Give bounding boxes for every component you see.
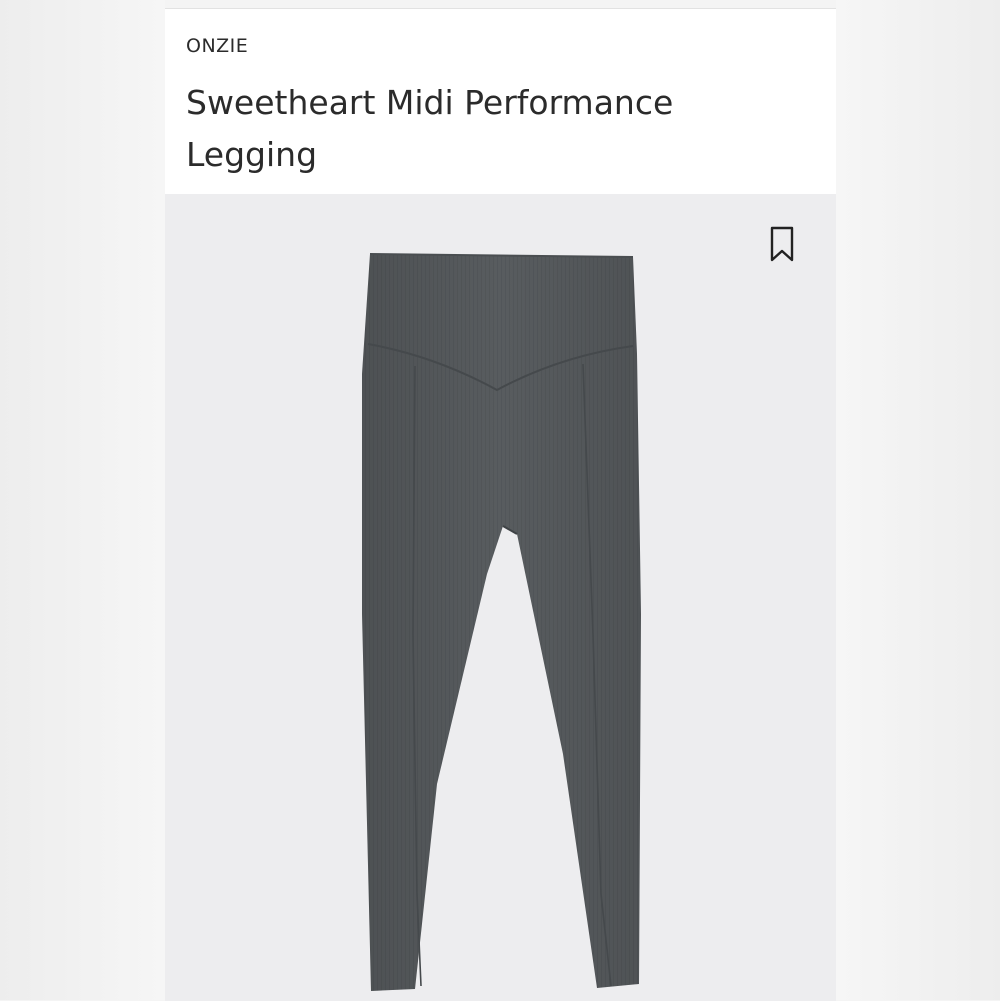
backdrop-right [836, 0, 1000, 1000]
product-card: ONZIE Sweetheart Midi Performance Leggin… [165, 8, 836, 1001]
product-title[interactable]: Sweetheart Midi Performance Legging [186, 77, 746, 181]
brand-name[interactable]: ONZIE [186, 35, 248, 57]
bookmark-icon [770, 226, 794, 262]
legging-image [362, 253, 641, 991]
bookmark-button[interactable] [767, 224, 797, 264]
backdrop-left [0, 0, 165, 1000]
product-image[interactable] [165, 194, 836, 1001]
product-header: ONZIE Sweetheart Midi Performance Leggin… [165, 9, 836, 194]
